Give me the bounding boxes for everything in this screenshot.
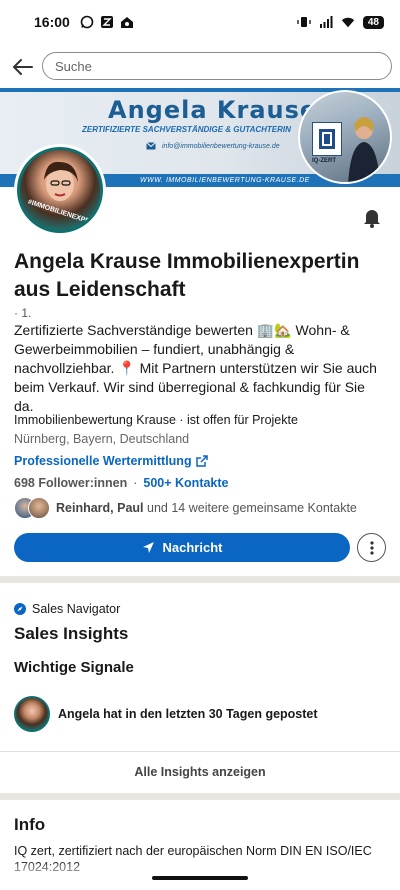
person-photo (348, 117, 380, 182)
bell-icon (364, 210, 380, 228)
sales-navigator-label: Sales Navigator (14, 602, 120, 616)
signal-text: Angela hat in den letzten 30 Tagen gepos… (58, 707, 318, 721)
profile-photo: #IMMOBILIENEXPERTIN (17, 147, 103, 233)
vibrate-icon (297, 15, 311, 29)
wifi-icon (341, 15, 355, 29)
battery-icon: 48 (362, 15, 384, 29)
signal-avatar (14, 696, 50, 732)
section-divider (0, 576, 400, 583)
mutual-connections[interactable]: Reinhard, Paul und 14 weitere gemeinsame… (14, 497, 357, 519)
mail-icon (146, 142, 156, 150)
home-indicator[interactable] (152, 876, 248, 880)
back-button[interactable] (0, 52, 44, 82)
banner-email-row: info@immobilienbewertung-krause.de (146, 142, 280, 150)
profile-name: Angela Krause Immobilienexpertin aus Lei… (14, 250, 360, 301)
compass-icon (14, 603, 26, 615)
system-icons: 48 (297, 15, 384, 29)
top-search-bar: Suche (0, 52, 400, 82)
external-link-icon (195, 455, 208, 467)
profile-avatar[interactable]: #IMMOBILIENEXPERTIN (14, 144, 106, 236)
notification-icons (80, 15, 134, 29)
mutual-avatar (28, 497, 50, 519)
status-time: 16:00 (34, 14, 70, 30)
status-bar: 16:00 48 (0, 0, 400, 44)
send-icon (142, 542, 154, 553)
more-vertical-icon (369, 540, 374, 555)
whatsapp-icon (80, 15, 94, 29)
profile-company: Immobilienbewertung Krause · ist offen f… (14, 413, 298, 427)
more-actions-button[interactable] (357, 533, 386, 562)
home-app-icon (120, 15, 134, 29)
message-button-label: Nachricht (162, 540, 223, 555)
info-title: Info (14, 815, 46, 834)
profile-headline: Zertifizierte Sachverständige bewerten 🏢… (14, 322, 377, 414)
banner-url: WWW. IMMOBILIENBEWERTUNG-KRAUSE.DE (140, 177, 310, 184)
section-divider (0, 793, 400, 800)
banner-photo: IQ-ZERT (298, 90, 392, 184)
arrow-left-icon (12, 59, 33, 75)
key-signals-title: Wichtige Signale (14, 659, 134, 676)
sales-insights-title: Sales Insights (14, 624, 129, 643)
bottom-fade (0, 860, 400, 890)
notification-bell-button[interactable] (361, 206, 383, 228)
banner-email: info@immobilienbewertung-krause.de (162, 142, 280, 150)
signal-item[interactable]: Angela hat in den letzten 30 Tagen gepos… (14, 696, 318, 732)
profile-stats: 698 Follower:innen · 500+ Kontakte (14, 476, 229, 490)
signal-icon (319, 15, 333, 29)
mutual-names: Reinhard, Paul (56, 501, 144, 515)
banner-subtitle: ZERTIFIZIERTE SACHVERSTÄNDIGE & GUTACHTE… (82, 125, 291, 134)
app-notification-icon (100, 15, 114, 29)
search-input[interactable]: Suche (42, 52, 392, 80)
mutual-rest: und 14 weitere gemeinsame Kontakte (147, 501, 357, 515)
profile-location: Nürnberg, Bayern, Deutschland (14, 432, 190, 446)
sales-navigator-text: Sales Navigator (32, 602, 121, 616)
follower-count[interactable]: 698 Follower:innen (14, 476, 127, 490)
profile-website-link[interactable]: Professionelle Wertermittlung (14, 454, 208, 468)
banner-name: Angela Krause (108, 96, 318, 124)
message-button[interactable]: Nachricht (14, 533, 350, 562)
website-link-label: Professionelle Wertermittlung (14, 454, 192, 468)
mutual-avatars (14, 497, 50, 519)
stats-separator: · (133, 476, 138, 490)
connection-degree: · 1. (14, 306, 32, 320)
contact-count[interactable]: 500+ Kontakte (143, 476, 228, 490)
all-insights-button[interactable]: Alle Insights anzeigen (0, 752, 400, 792)
